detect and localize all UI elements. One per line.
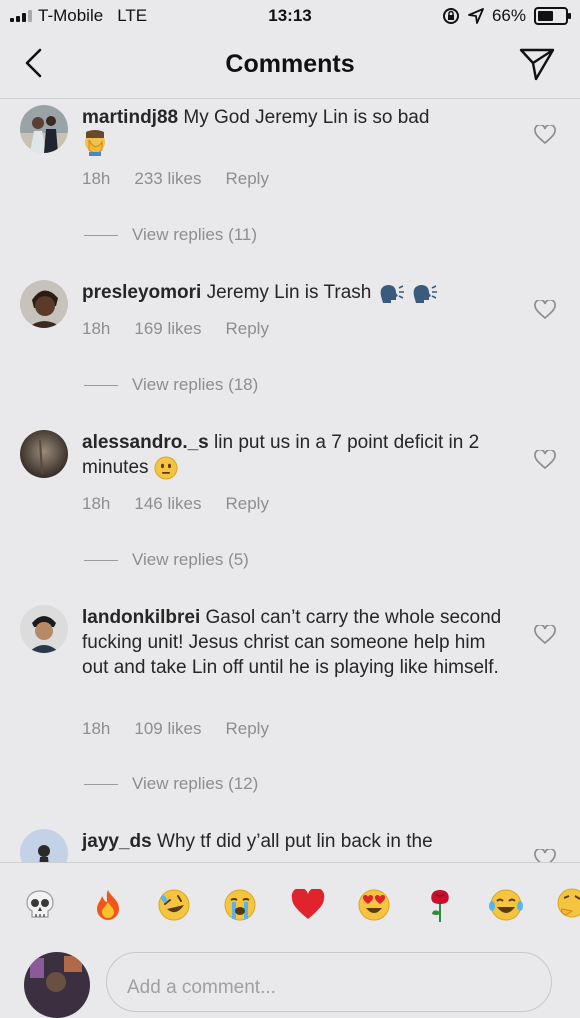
loudly-crying-emoji-icon[interactable] [220,885,260,925]
avatar[interactable] [20,430,68,478]
emoji-quick-bar [0,862,580,947]
fire-emoji-icon[interactable] [88,885,128,925]
thinking-face-emoji-icon[interactable] [552,885,580,925]
facepalm-emoji-icon [85,130,105,156]
comments-list[interactable]: martindj88 My God Jeremy Lin is so bad 1… [0,99,580,862]
neutral-face-emoji-icon [154,456,178,480]
reply-button[interactable]: Reply [225,169,268,189]
heart-icon[interactable] [534,625,556,645]
view-replies[interactable]: View replies (12) [84,774,258,794]
heart-icon[interactable] [534,849,556,862]
comment-time: 18h [82,169,111,188]
reply-button[interactable]: Reply [225,494,268,514]
nav-bar: Comments [0,32,580,99]
view-replies-label[interactable]: View replies (5) [132,550,249,570]
comment-username[interactable]: alessandro._s [82,432,209,453]
comment-input-placeholder: Add a comment... [127,977,276,998]
rotation-lock-icon [442,8,459,24]
comment-text: Why tf did y’all put lin back in the [157,831,433,852]
view-replies[interactable]: View replies (11) [84,225,257,245]
speaking-head-emoji-icon [413,284,437,303]
comment-username[interactable]: jayy_ds [82,831,152,852]
heart-icon[interactable] [534,450,556,470]
heart-eyes-emoji-icon[interactable] [354,885,394,925]
view-replies-label[interactable]: View replies (11) [132,225,257,245]
comment-likes[interactable]: 146 likes [134,494,201,514]
comment-time: 18h [82,319,111,338]
comment-input[interactable]: Add a comment... [106,952,552,1012]
status-bar: T-Mobile LTE 13:13 66% [0,0,580,32]
battery-icon [534,7,571,25]
avatar [24,952,90,1018]
comment-likes[interactable]: 109 likes [134,719,201,739]
view-replies-label[interactable]: View replies (18) [132,375,258,395]
location-icon [468,8,484,24]
tears-of-joy-emoji-icon[interactable] [486,885,526,925]
skull-emoji-icon[interactable] [20,885,60,925]
comment-likes[interactable]: 169 likes [134,319,201,339]
rofl-emoji-icon[interactable] [154,885,194,925]
comment-username[interactable]: presleyomori [82,282,201,303]
avatar[interactable] [20,605,68,653]
comment-input-bar: Add a comment... [0,946,580,1018]
direct-message-icon[interactable] [518,46,556,82]
comment-time: 18h [82,494,111,513]
heart-icon[interactable] [534,300,556,320]
view-replies[interactable]: View replies (5) [84,550,249,570]
view-replies-label[interactable]: View replies (12) [132,774,258,794]
comment-username[interactable]: martindj88 [82,107,178,128]
avatar[interactable] [20,105,68,153]
reply-button[interactable]: Reply [225,719,268,739]
comment-time: 18h [82,719,111,738]
speaking-head-emoji-icon [380,284,404,303]
comment-text: Jeremy Lin is Trash [206,282,372,303]
view-replies[interactable]: View replies (18) [84,375,258,395]
avatar[interactable] [20,829,68,862]
avatar[interactable] [20,280,68,328]
comment-username[interactable]: landonkilbrei [82,607,200,628]
heart-icon[interactable] [534,125,556,145]
page-title: Comments [225,50,355,78]
comment-text: My God Jeremy Lin is so bad [183,107,430,128]
comment-likes[interactable]: 233 likes [134,169,201,189]
battery-percent: 66% [491,6,526,25]
reply-button[interactable]: Reply [225,319,268,339]
rose-emoji-icon[interactable] [420,885,460,925]
red-heart-emoji-icon[interactable] [288,885,328,925]
